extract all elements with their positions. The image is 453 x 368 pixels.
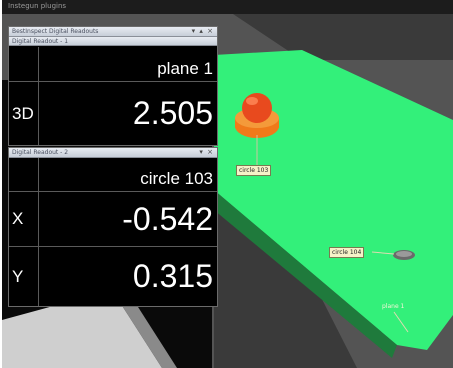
readout-2-title: Digital Readout - 2 <box>12 149 69 156</box>
readout-1-titlebar[interactable]: BestInspect Digital Readouts ▾ ▴ × <box>9 27 217 37</box>
readout-2-row-x-value: -0.542 <box>122 200 213 237</box>
readout-2-row-y-label: Y <box>9 247 39 306</box>
readout-1-title: BestInspect Digital Readouts <box>12 28 99 35</box>
readout-2-row-x: X -0.542 <box>9 192 217 247</box>
readout-1-header-label-cell <box>9 47 39 81</box>
readout-1-row-3d: 3D 2.505 <box>9 82 217 145</box>
circle-103-label: circle 103 <box>236 165 272 176</box>
readout-1-window-controls[interactable]: ▾ ▴ × <box>192 27 214 35</box>
readout-1-row-label: 3D <box>9 82 39 145</box>
plugins-bar: Instegun plugins <box>2 0 453 14</box>
readout-2-row-x-label: X <box>9 192 39 246</box>
plane-1-label: plane 1 <box>382 303 405 310</box>
readout-2-titlebar[interactable]: Digital Readout - 2 ▾ × <box>9 148 217 158</box>
readout-1-feature-name: plane 1 <box>157 59 213 78</box>
digital-readout-window-2[interactable]: Digital Readout - 2 ▾ × circle 103 X -0.… <box>8 147 218 307</box>
circle-104-label: circle 104 <box>329 247 365 258</box>
circle-104-inner <box>396 251 412 257</box>
readout-1-row-value: 2.505 <box>132 95 213 131</box>
readout-1-subtitlebar[interactable]: Digital Readout - 1 <box>9 37 217 46</box>
plugins-label: Instegun plugins <box>8 2 67 10</box>
readout-2-row-y-value: 0.315 <box>132 258 213 294</box>
sphere-highlight <box>246 97 258 105</box>
red-sphere[interactable] <box>242 93 272 123</box>
readout-2-feature-name: circle 103 <box>140 169 213 188</box>
readout-1-header-row: plane 1 <box>9 47 217 82</box>
digital-readout-window-1[interactable]: BestInspect Digital Readouts ▾ ▴ × Digit… <box>8 26 218 146</box>
readout-2-row-y: Y 0.315 <box>9 247 217 306</box>
readout-1-subtitle: Digital Readout - 1 <box>12 38 69 45</box>
readout-2-window-controls[interactable]: ▾ × <box>199 148 214 156</box>
readout-2-header-row: circle 103 <box>9 158 217 192</box>
readout-2-header-label-cell <box>9 158 39 191</box>
